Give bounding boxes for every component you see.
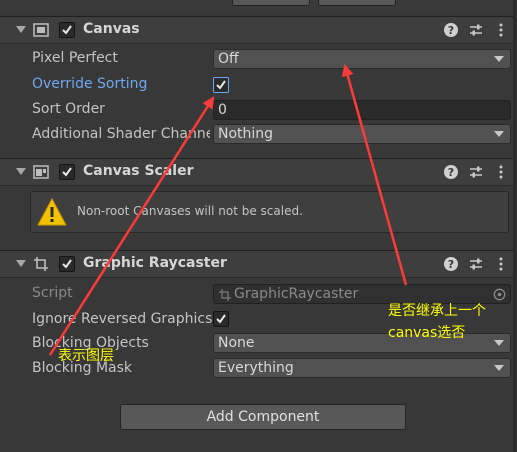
layer-annotation: 表示图层 bbox=[58, 348, 114, 364]
inherit-arrow bbox=[341, 64, 408, 286]
layer-arrow bbox=[48, 96, 215, 356]
inherit-annotation-line2: canvas选否 bbox=[388, 325, 466, 341]
inherit-annotation-line1: 是否继承上一个 bbox=[388, 303, 486, 319]
annotation-arrows bbox=[48, 64, 408, 356]
